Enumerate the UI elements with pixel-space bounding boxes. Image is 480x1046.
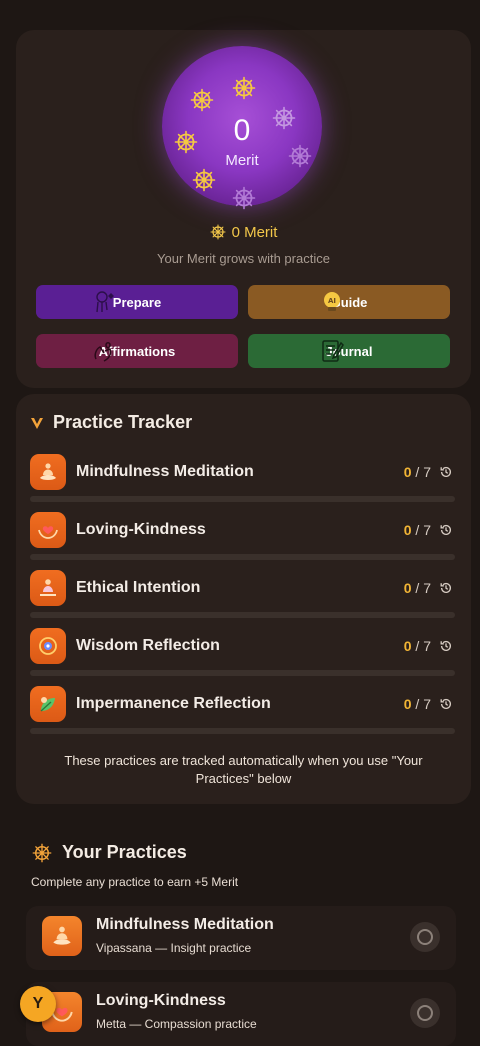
merit-total: 0 Merit [16,224,471,241]
tracker-progress-bar [30,496,455,502]
tracker-note: These practices are tracked automaticall… [64,753,423,786]
seated-figure-icon [30,570,66,606]
tracker-row-name: Loving-Kindness [76,521,206,538]
lotus-icon [31,417,43,429]
tracker-row-wisdom-reflection[interactable]: Wisdom Reflection 0 / 7 [30,628,455,678]
history-icon[interactable] [439,523,453,537]
merit-orb-label: Merit [225,152,259,169]
prepare-label: Prepare [112,294,162,310]
dharma-wheel-icon [232,76,256,100]
practice-card-mindfulness[interactable]: Mindfulness Meditation Vipassana — Insig… [26,906,456,970]
merit-card: 0 Merit 0 Merit Your Merit grows with pr… [16,30,471,388]
your-practices-section: Your Practices Complete any practice to … [16,826,471,1046]
heart-hands-icon [30,512,66,548]
tracker-title-text: Practice Tracker [53,412,193,432]
journal-button[interactable]: Journal [248,334,450,368]
tracker-row-count: 0 / 7 [403,638,431,654]
tracker-row-name: Wisdom Reflection [76,637,220,654]
tracker-row-count: 0 / 7 [403,696,431,712]
dharma-wheel-icon [232,186,256,210]
tracker-row-loving-kindness[interactable]: Loving-Kindness 0 / 7 [30,512,455,562]
merit-orb[interactable]: 0 Merit [162,46,322,206]
tracker-row-count: 0 / 7 [403,464,431,480]
history-icon[interactable] [439,639,453,653]
journal-icon [318,337,346,365]
practice-description: Metta — Compassion practice [96,1017,257,1031]
merit-total-label: 0 Merit [231,224,278,241]
practice-name: Mindfulness Meditation [96,916,274,933]
merit-count: 0 [233,114,251,147]
tracker-row-count: 0 / 7 [403,522,431,538]
merit-subtitle: Your Merit grows with practice [157,251,330,266]
history-icon[interactable] [439,581,453,595]
tracker-row-mindfulness[interactable]: Mindfulness Meditation 0 / 7 [30,454,455,504]
guide-bulb-icon: AI [318,288,346,316]
leaf-icon [30,686,66,722]
dharma-wheel-icon [32,843,52,863]
practice-description: Vipassana — Insight practice [96,941,252,955]
meditation-icon [42,916,82,956]
practice-complete-toggle[interactable] [410,998,440,1028]
practice-complete-toggle[interactable] [410,922,440,952]
svg-text:AI: AI [328,297,336,305]
practice-name: Loving-Kindness [96,992,226,1009]
prepare-icon [90,288,118,316]
dharma-wheel-icon [210,224,226,240]
practices-title-text: Your Practices [62,842,187,862]
wisdom-icon [30,628,66,664]
tracker-row-name: Ethical Intention [76,579,201,596]
history-icon[interactable] [439,697,453,711]
tracker-row-ethical-intention[interactable]: Ethical Intention 0 / 7 [30,570,455,620]
practice-tracker-card: Practice Tracker Mindfulness Meditation … [16,394,471,804]
tracker-title: Practice Tracker [30,412,192,433]
practice-card-loving-kindness[interactable]: Loving-Kindness Metta — Compassion pract… [26,982,456,1046]
tracker-progress-bar [30,554,455,560]
history-icon[interactable] [439,465,453,479]
guide-button[interactable]: AI Guide [248,285,450,319]
tracker-row-impermanence-reflection[interactable]: Impermanence Reflection 0 / 7 [30,686,455,736]
practices-title: Your Practices [32,842,187,863]
practices-subtitle: Complete any practice to earn +5 Merit [31,875,239,889]
affirmations-button[interactable]: Affirmations [36,334,238,368]
tracker-progress-bar [30,670,455,676]
dharma-wheel-icon [192,168,216,192]
user-avatar[interactable]: Y [20,986,56,1022]
tracker-row-name: Mindfulness Meditation [76,463,254,480]
tracker-progress-bar [30,612,455,618]
tracker-row-name: Impermanence Reflection [76,695,271,712]
tracker-row-count: 0 / 7 [403,580,431,596]
dharma-wheel-icon [190,88,214,112]
affirmations-icon [90,337,118,365]
prepare-button[interactable]: Prepare [36,285,238,319]
meditation-icon [30,454,66,490]
tracker-progress-bar [30,728,455,734]
